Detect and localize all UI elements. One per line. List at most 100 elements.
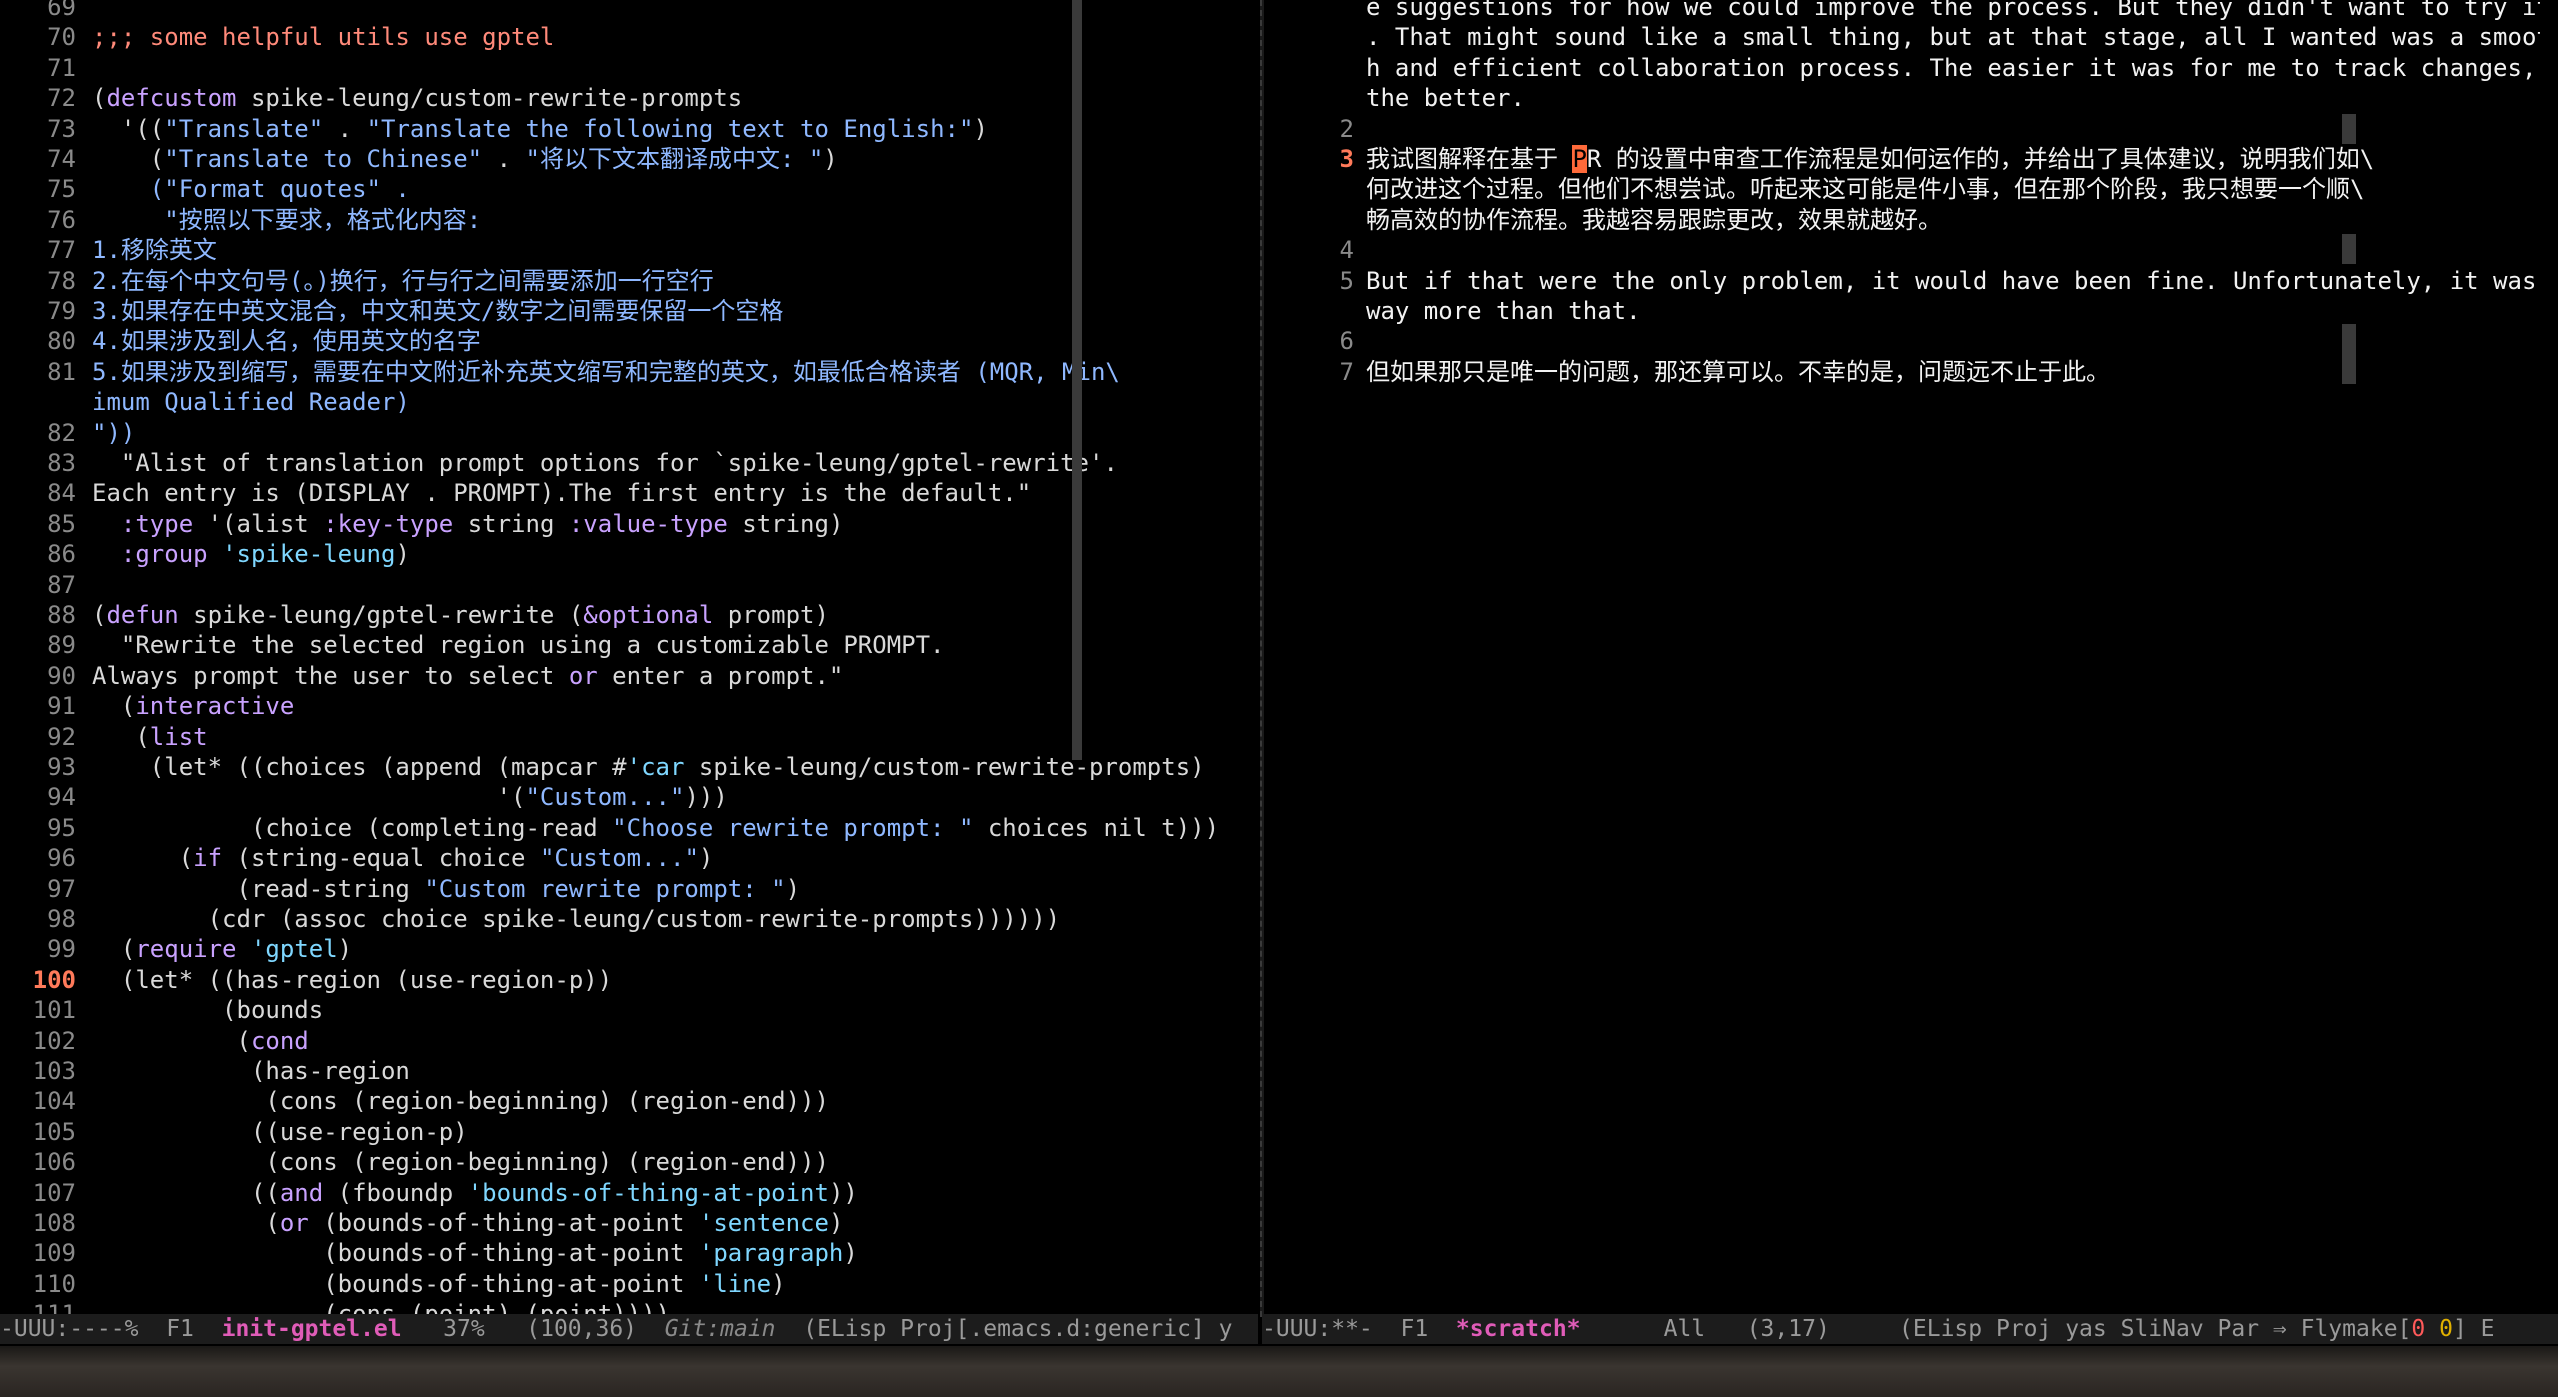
code-line[interactable]: 91 (interactive bbox=[0, 691, 1258, 721]
text-line[interactable]: 5 But if that were the only problem, it w… bbox=[1268, 266, 2540, 296]
code-line[interactable]: 78 2.在每个中文句号(。)换行，行与行之间需要添加一行空行 bbox=[0, 266, 1258, 296]
code-line[interactable]: 89 "Rewrite the selected region using a … bbox=[0, 630, 1258, 660]
code-text: "Rewrite the selected region using a cus… bbox=[92, 631, 945, 660]
window-divider[interactable] bbox=[1260, 0, 1264, 1317]
code-text: (let* ((has-region (use-region-p)) bbox=[92, 965, 613, 994]
text-content: 畅高效的协作流程。我越容易跟踪更改，效果就越好。 bbox=[1366, 205, 1942, 234]
code-line[interactable]: 82 ")) bbox=[0, 418, 1258, 448]
ml-flymake-warnings[interactable]: 0 bbox=[2439, 1316, 2453, 1342]
code-line[interactable]: 85 :type '(alist :key-type string :value… bbox=[0, 509, 1258, 539]
code-line[interactable]: 76 "按照以下要求，格式化内容: bbox=[0, 205, 1258, 235]
code-line[interactable]: 101 (bounds bbox=[0, 995, 1258, 1025]
code-line[interactable]: 88 (defun spike-leung/gptel-rewrite (&opt… bbox=[0, 600, 1258, 630]
code-line[interactable]: 107 ((and (fboundp 'bounds-of-thing-at-p… bbox=[0, 1178, 1258, 1208]
code-line[interactable]: 94 '("Custom..."))) bbox=[0, 782, 1258, 812]
code-line[interactable]: 103 (has-region bbox=[0, 1056, 1258, 1086]
ml-buffer-name[interactable]: *scratch* bbox=[1456, 1316, 1581, 1342]
line-number: 105 bbox=[32, 1117, 76, 1146]
code-line[interactable]: imum Qualified Reader) bbox=[0, 387, 1258, 417]
line-number: 71 bbox=[47, 53, 76, 82]
text-line[interactable]: the better. bbox=[1268, 83, 2540, 113]
code-line[interactable]: 90 Always prompt the user to select or en… bbox=[0, 661, 1258, 691]
code-text: (interactive bbox=[92, 692, 295, 721]
code-line[interactable]: 105 ((use-region-p) bbox=[0, 1117, 1258, 1147]
text-line[interactable]: 畅高效的协作流程。我越容易跟踪更改，效果就越好。 bbox=[1268, 205, 2540, 235]
code-line[interactable]: 99 (require 'gptel) bbox=[0, 934, 1258, 964]
code-text: (bounds-of-thing-at-point 'line) bbox=[92, 1269, 786, 1298]
line-number: 101 bbox=[32, 996, 76, 1025]
line-number: 104 bbox=[32, 1087, 76, 1116]
ml-frame: F1 bbox=[166, 1316, 194, 1342]
code-text: ")) bbox=[92, 418, 136, 447]
line-number: 99 bbox=[47, 935, 76, 964]
code-line[interactable]: 73 '(("Translate" . "Translate the follo… bbox=[0, 114, 1258, 144]
code-line[interactable]: 77 1.移除英文 bbox=[0, 235, 1258, 265]
line-number: 4 bbox=[1339, 236, 1354, 265]
line-number: 108 bbox=[32, 1209, 76, 1237]
text-content: the better. bbox=[1366, 84, 1525, 113]
text-content: But if that were the only problem, it wo… bbox=[1366, 266, 2540, 295]
text-content: e suggestions for how we could improve t… bbox=[1366, 0, 2540, 21]
text-line[interactable]: h and efficient collaboration process. T… bbox=[1268, 53, 2540, 83]
line-number: 97 bbox=[47, 874, 76, 903]
ml-modes[interactable]: (ELisp Proj[.emacs.d:generic] y bbox=[803, 1316, 1232, 1342]
text-line[interactable]: 3 我试图解释在基于 PR 的设置中审查工作流程是如何运作的，并给出了具体建议，说… bbox=[1268, 144, 2540, 174]
code-line[interactable]: 71 bbox=[0, 53, 1258, 83]
ml-flymake-errors[interactable]: 0 bbox=[2411, 1316, 2425, 1342]
text-line[interactable]: . That might sound like a small thing, b… bbox=[1268, 22, 2540, 52]
code-line[interactable]: 81 5.如果涉及到缩写，需要在中文附近补充英文缩写和完整的英文，如最低合格读者 … bbox=[0, 357, 1258, 387]
code-line[interactable]: 69 bbox=[0, 0, 1258, 22]
code-line[interactable]: 100 (let* ((has-region (use-region-p)) bbox=[0, 965, 1258, 995]
line-number: 92 bbox=[47, 722, 76, 751]
text-line[interactable]: 何改进这个过程。但他们不想尝试。听起来这可能是件小事，但在那个阶段，我只想要一个… bbox=[1268, 174, 2540, 204]
code-line[interactable]: 96 (if (string-equal choice "Custom...") bbox=[0, 843, 1258, 873]
code-line[interactable]: 109 (bounds-of-thing-at-point 'paragraph… bbox=[0, 1238, 1258, 1268]
line-number: 7 bbox=[1339, 357, 1354, 386]
code-line[interactable]: 102 (cond bbox=[0, 1026, 1258, 1056]
text-content: 何改进这个过程。但他们不想尝试。听起来这可能是件小事，但在那个阶段，我只想要一个… bbox=[1366, 175, 2365, 204]
code-line[interactable]: 84 Each entry is (DISPLAY . PROMPT).The f… bbox=[0, 478, 1258, 508]
left-scrollbar[interactable] bbox=[1072, 0, 1082, 760]
code-line[interactable]: 93 (let* ((choices (append (mapcar #'car… bbox=[0, 752, 1258, 782]
code-text: :group 'spike-leung) bbox=[120, 540, 410, 569]
code-text: 5.如果涉及到缩写，需要在中文附近补充英文缩写和完整的英文，如最低合格读者 (M… bbox=[92, 357, 1120, 386]
ml-modes[interactable]: (ELisp Proj yas SliNav Par ⇒ Flymake[ bbox=[1899, 1316, 2411, 1342]
line-number: 70 bbox=[47, 23, 76, 52]
code-line[interactable]: 74 ("Translate to Chinese" . "将以下文本翻译成中文… bbox=[0, 144, 1258, 174]
right-editor-pane[interactable]: e suggestions for how we could improve t… bbox=[1268, 0, 2540, 1317]
code-line[interactable]: 92 (list bbox=[0, 722, 1258, 752]
ml-state: -UUU:----% bbox=[0, 1316, 139, 1342]
code-line[interactable]: 75 ("Format quotes" . bbox=[0, 174, 1258, 204]
code-line[interactable]: 79 3.如果存在中英文混合，中文和英文/数字之间需要保留一个空格 bbox=[0, 296, 1258, 326]
mode-line-left[interactable]: -UUU:----% F1 init-gptel.el 37% (100,36)… bbox=[0, 1314, 1258, 1344]
code-line[interactable]: 87 bbox=[0, 570, 1258, 600]
line-number: 74 bbox=[47, 145, 76, 173]
right-fringe-marker bbox=[2342, 324, 2356, 384]
code-line[interactable]: 72 (defcustom spike-leung/custom-rewrite-… bbox=[0, 83, 1258, 113]
code-line[interactable]: 108 (or (bounds-of-thing-at-point 'sente… bbox=[0, 1208, 1258, 1238]
ml-buffer-name[interactable]: init-gptel.el bbox=[222, 1316, 402, 1342]
code-line[interactable]: 106 (cons (region-beginning) (region-end… bbox=[0, 1147, 1258, 1177]
code-line[interactable]: 110 (bounds-of-thing-at-point 'line) bbox=[0, 1269, 1258, 1299]
code-line[interactable]: 97 (read-string "Custom rewrite prompt: … bbox=[0, 874, 1258, 904]
code-text: (list bbox=[92, 722, 208, 751]
code-line[interactable]: 95 (choice (completing-read "Choose rewr… bbox=[0, 813, 1258, 843]
code-text: (choice (completing-read "Choose rewrite… bbox=[92, 813, 1220, 842]
code-line[interactable]: 70 ;;; some helpful utils use gptel bbox=[0, 22, 1258, 52]
line-number: 78 bbox=[47, 266, 76, 295]
code-line[interactable]: 80 4.如果涉及到人名，使用英文的名字 bbox=[0, 326, 1258, 356]
mode-line-right[interactable]: -UUU:**- F1 *scratch* All (3,17) (ELisp … bbox=[1262, 1314, 2558, 1344]
line-number: 110 bbox=[32, 1269, 76, 1298]
left-editor-pane[interactable]: 69 70 ;;; some helpful utils use gptel 71 72… bbox=[0, 0, 1258, 1317]
code-line[interactable]: 104 (cons (region-beginning) (region-end… bbox=[0, 1086, 1258, 1116]
line-number: 80 bbox=[47, 327, 76, 356]
code-line[interactable]: 86 :group 'spike-leung) bbox=[0, 539, 1258, 569]
text-content: 我试图解释在基于 PR 的设置中审查工作流程是如何运作的，并给出了具体建议，说明… bbox=[1366, 145, 2375, 173]
text-line[interactable]: e suggestions for how we could improve t… bbox=[1268, 0, 2540, 22]
code-line[interactable]: 98 (cdr (assoc choice spike-leung/custom… bbox=[0, 904, 1258, 934]
ml-git-branch[interactable]: Git:main bbox=[665, 1316, 776, 1342]
text-cursor: P bbox=[1572, 145, 1587, 173]
text-line[interactable]: way more than that. bbox=[1268, 296, 2540, 326]
code-line[interactable]: 83 "Alist of translation prompt options … bbox=[0, 448, 1258, 478]
line-number: 89 bbox=[47, 631, 76, 660]
